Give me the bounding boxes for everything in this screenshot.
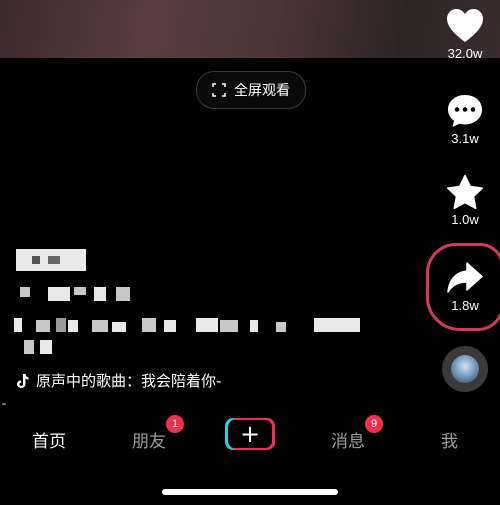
tab-friends[interactable]: 朋友: [132, 427, 166, 452]
expand-icon: [212, 83, 226, 97]
like-button[interactable]: 32.0w: [430, 8, 500, 61]
avatar[interactable]: [442, 346, 488, 392]
tab-home[interactable]: 首页: [32, 427, 66, 452]
fullscreen-button[interactable]: 全屏观看: [196, 71, 306, 109]
like-count: 32.0w: [447, 46, 483, 61]
music-text: 原声中的歌曲：我会陪着你-: [36, 372, 222, 390]
favorite-count: 1.0w: [451, 212, 479, 227]
comment-button[interactable]: 3.1w: [430, 93, 500, 146]
star-icon: [446, 174, 484, 210]
heart-icon: [447, 9, 483, 42]
tab-messages[interactable]: 消息: [331, 427, 365, 452]
messages-badge: 9: [365, 415, 383, 433]
comment-count: 3.1w: [451, 131, 479, 146]
favorite-button[interactable]: 1.0w: [430, 174, 500, 227]
music-info[interactable]: 原声中的歌曲：我会陪着你-: [14, 370, 221, 391]
create-button[interactable]: +: [225, 418, 275, 450]
plus-icon: +: [239, 420, 261, 448]
annotation-circle: [426, 243, 500, 331]
comment-icon: [448, 95, 482, 127]
fullscreen-label: 全屏观看: [234, 83, 290, 99]
home-indicator: [162, 489, 338, 495]
tiktok-note-icon: [17, 373, 29, 388]
avatar-image: [451, 355, 479, 383]
video-preview[interactable]: [0, 0, 500, 58]
tab-me[interactable]: 我: [441, 427, 458, 452]
friends-badge: 1: [166, 415, 184, 433]
